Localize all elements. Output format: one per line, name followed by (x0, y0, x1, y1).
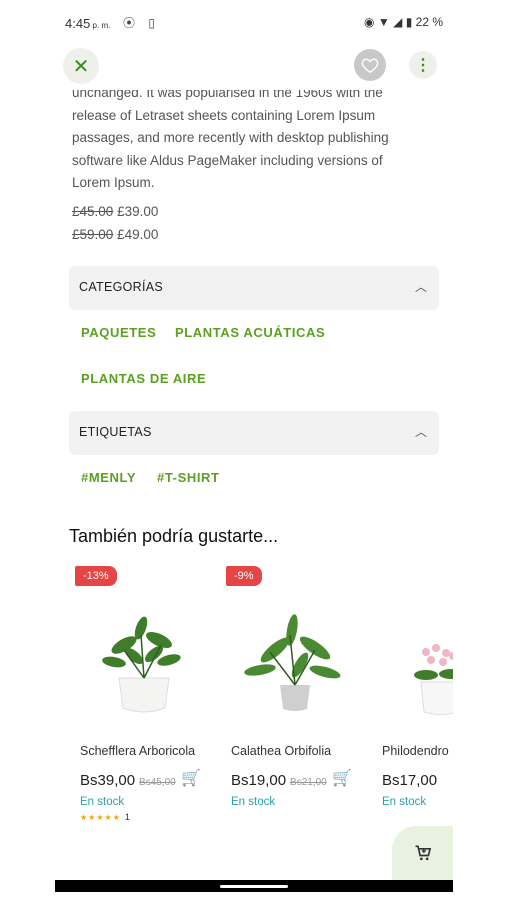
description-line: software like Aldus PageMaker including … (72, 152, 383, 168)
new-price: £39.00 (117, 204, 159, 219)
heart-icon (361, 58, 379, 73)
old-price: £59.00 (72, 227, 114, 242)
product-description: unchanged. It was popularised in the 196… (72, 90, 412, 195)
price-row: £45.00 £39.00 (72, 204, 158, 219)
category-link[interactable]: PLANTAS DE AIRE (81, 371, 206, 386)
status-ampm: p. m. (92, 21, 111, 30)
related-products-carousel[interactable]: -13% Schefflera Arboricola Bs39,00 Bs45,… (55, 560, 453, 860)
rating-count: 1 (124, 812, 131, 822)
battery-icon: ▮ (405, 15, 413, 29)
new-price: £49.00 (117, 227, 159, 242)
rating-stars: ★★★★★ 1 (80, 812, 131, 822)
more-vert-icon: ⋮ (415, 57, 431, 74)
close-icon: ✕ (72, 55, 90, 78)
product-image (244, 614, 341, 711)
price-current: Bs39,00 (80, 772, 136, 789)
description-line: release of Letraset sheets containing Lo… (72, 107, 376, 123)
location-icon: ⦿ (123, 16, 136, 30)
close-button[interactable]: ✕ (63, 48, 99, 84)
add-to-cart-icon[interactable]: 🛒 (332, 768, 352, 788)
tags-accordion[interactable]: ETIQUETAS ︿ (69, 411, 439, 455)
product-price: Bs17,00 (382, 772, 437, 789)
wifi-icon: ▼ (377, 15, 390, 29)
stock-status: En stock (80, 796, 125, 808)
description-line: passages, and more recently with desktop… (72, 130, 389, 145)
notification-icons: ⦿ ▯ (123, 14, 155, 31)
description-line: unchanged. It was popularised in the 196… (72, 90, 383, 100)
stock-status: En stock (231, 796, 276, 808)
battery-level: 22 % (415, 15, 443, 29)
price-current: Bs19,00 (231, 772, 287, 789)
home-handle[interactable] (220, 885, 288, 888)
app-screen: 4:45 p. m. ⦿ ▯ ◉ ▼ ◢ ▮ 22 % ✕ ⋮ unchange… (55, 0, 453, 900)
eye-icon: ◉ (364, 15, 375, 29)
more-options-button[interactable]: ⋮ (409, 51, 437, 79)
navigation-bar (55, 880, 453, 892)
sim-icon: ▯ (148, 16, 155, 30)
product-price: Bs19,00 Bs21,00 (231, 772, 327, 789)
chevron-up-icon: ︿ (414, 425, 427, 439)
price-old: Bs45,00 (139, 777, 176, 788)
category-link[interactable]: PLANTAS ACUÁTICAS (175, 325, 325, 340)
product-details[interactable]: unchanged. It was popularised in the 196… (55, 90, 453, 880)
chevron-up-icon: ︿ (414, 280, 427, 294)
price-row: £59.00 £49.00 (72, 227, 158, 242)
discount-badge: -9% (226, 566, 262, 586)
status-time-value: 4:45 (65, 16, 91, 31)
old-price: £45.00 (72, 204, 114, 219)
status-right: ◉ ▼ ◢ ▮ 22 % (364, 15, 443, 29)
product-price: Bs39,00 Bs45,00 (80, 772, 176, 789)
related-title: También podría gustarte... (69, 526, 279, 546)
product-image (414, 644, 453, 715)
description-line: Lorem Ipsum. (72, 175, 155, 190)
add-to-cart-icon[interactable]: 🛒 (181, 768, 201, 788)
status-bar: 4:45 p. m. ⦿ ▯ ◉ ▼ ◢ ▮ 22 % (55, 0, 453, 44)
favorite-button[interactable] (354, 49, 386, 81)
product-name: Philodendro (382, 744, 449, 758)
product-card[interactable]: -9% Calathea Orbifolia Bs19,00 Bs21,00 🛒… (220, 560, 360, 860)
tag-link[interactable]: #T-SHIRT (157, 470, 220, 485)
product-image (102, 616, 181, 713)
product-card[interactable]: Philodendro Bs17,00 En stock (371, 560, 453, 860)
top-bar: ✕ ⋮ (55, 44, 453, 90)
price-old: Bs21,00 (290, 777, 327, 788)
status-time: 4:45 p. m. (65, 16, 110, 31)
categories-title: CATEGORÍAS (79, 280, 164, 294)
product-card[interactable]: -13% Schefflera Arboricola Bs39,00 Bs45,… (69, 560, 209, 860)
price-current: Bs17,00 (382, 772, 438, 789)
tag-link[interactable]: #MENLY (81, 470, 136, 485)
category-link[interactable]: PAQUETES (81, 325, 156, 340)
tags-title: ETIQUETAS (79, 425, 152, 439)
stock-status: En stock (382, 796, 427, 808)
signal-icon: ◢ (393, 15, 403, 29)
cart-button[interactable] (392, 826, 453, 880)
categories-accordion[interactable]: CATEGORÍAS ︿ (69, 266, 439, 310)
discount-badge: -13% (75, 566, 117, 586)
product-name: Calathea Orbifolia (231, 744, 332, 758)
cart-icon (415, 845, 431, 861)
product-name: Schefflera Arboricola (80, 744, 196, 758)
